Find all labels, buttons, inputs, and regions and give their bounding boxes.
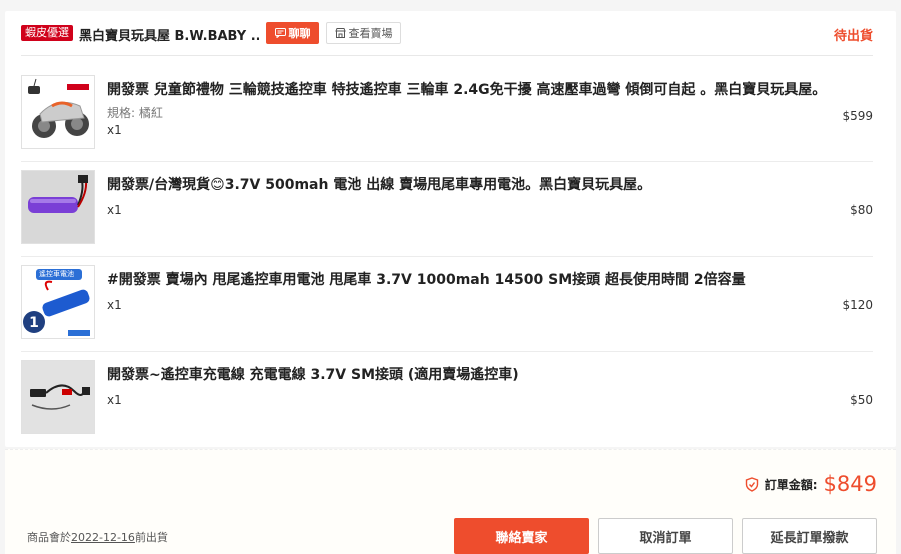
ship-by-note: 商品會於2022-12-16前出貨 xyxy=(27,529,168,545)
order-item[interactable]: 開發票/台灣現貨😊3.7V 500mah 電池 出線 賣場甩尾車專用電池。黑白寶… xyxy=(21,162,873,257)
product-title[interactable]: 開發票/台灣現貨😊3.7V 500mah 電池 出線 賣場甩尾車專用電池。黑白寶… xyxy=(107,174,651,194)
product-quantity: x1 xyxy=(107,203,122,217)
product-price: $120 xyxy=(842,298,873,312)
chat-icon xyxy=(274,28,286,38)
order-item[interactable]: 1 遙控車電池 #開發票 賣場內 甩尾遙控車用電池 甩尾車 3.7V 1000m… xyxy=(21,257,873,352)
order-item[interactable]: 開發票 兒童節禮物 三輪競技遙控車 特技遙控車 三輪車 2.4G免干擾 高速壓車… xyxy=(21,67,873,162)
product-quantity: x1 xyxy=(107,123,122,137)
thumbnail-label: 遙控車電池 xyxy=(39,270,74,278)
chat-button[interactable]: 聊聊 xyxy=(266,22,319,44)
extend-payment-button[interactable]: 延長訂單撥款 xyxy=(742,518,877,554)
preferred-badge: 蝦皮優選 xyxy=(21,25,73,41)
contact-seller-button[interactable]: 聯絡賣家 xyxy=(454,518,589,554)
product-thumbnail[interactable] xyxy=(21,170,95,244)
svg-text:1: 1 xyxy=(29,315,39,331)
order-status: 待出貨 xyxy=(833,29,873,44)
order-total: 訂單金額: $849 xyxy=(745,472,877,496)
total-value: $849 xyxy=(823,472,877,496)
rc-stunt-car-image xyxy=(22,76,94,148)
total-label: 訂單金額: xyxy=(764,477,818,492)
product-price: $50 xyxy=(850,393,873,407)
product-variant: 規格: 橘紅 xyxy=(107,106,163,120)
header-divider xyxy=(21,55,873,56)
battery-image xyxy=(22,171,94,243)
charging-cable-image xyxy=(22,361,94,433)
order-item[interactable]: 開發票~遙控車充電線 充電電線 3.7V SM接頭 (適用賣場遙控車) x1 $… xyxy=(21,352,873,447)
view-shop-label: 查看賣場 xyxy=(348,27,393,40)
product-title[interactable]: #開發票 賣場內 甩尾遙控車用電池 甩尾車 3.7V 1000mah 14500… xyxy=(107,269,746,289)
product-price: $80 xyxy=(850,203,873,217)
order-header: 蝦皮優選 黑白寶貝玩具屋 B.W.BABY ... 聊聊 查看賣場 待出貨 xyxy=(21,22,873,46)
product-price: $599 xyxy=(842,109,873,123)
view-shop-button[interactable]: 查看賣場 xyxy=(326,22,401,44)
ship-note-suffix: 前出貨 xyxy=(134,531,168,544)
shop-icon xyxy=(334,28,346,38)
product-title[interactable]: 開發票 兒童節禮物 三輪競技遙控車 特技遙控車 三輪車 2.4G免干擾 高速壓車… xyxy=(107,79,826,99)
product-thumbnail[interactable] xyxy=(21,360,95,434)
shop-name[interactable]: 黑白寶貝玩具屋 B.W.BABY ... xyxy=(79,25,259,44)
ship-note-prefix: 商品會於 xyxy=(27,531,71,544)
cancel-order-button[interactable]: 取消訂單 xyxy=(598,518,733,554)
product-quantity: x1 xyxy=(107,298,122,312)
ship-date[interactable]: 2022-12-16 xyxy=(71,531,135,544)
shield-icon xyxy=(745,476,758,492)
product-quantity: x1 xyxy=(107,393,122,407)
product-thumbnail[interactable]: 1 遙控車電池 xyxy=(21,265,95,339)
product-thumbnail[interactable] xyxy=(21,75,95,149)
chat-label: 聊聊 xyxy=(288,27,311,40)
product-title[interactable]: 開發票~遙控車充電線 充電電線 3.7V SM接頭 (適用賣場遙控車) xyxy=(107,364,519,384)
